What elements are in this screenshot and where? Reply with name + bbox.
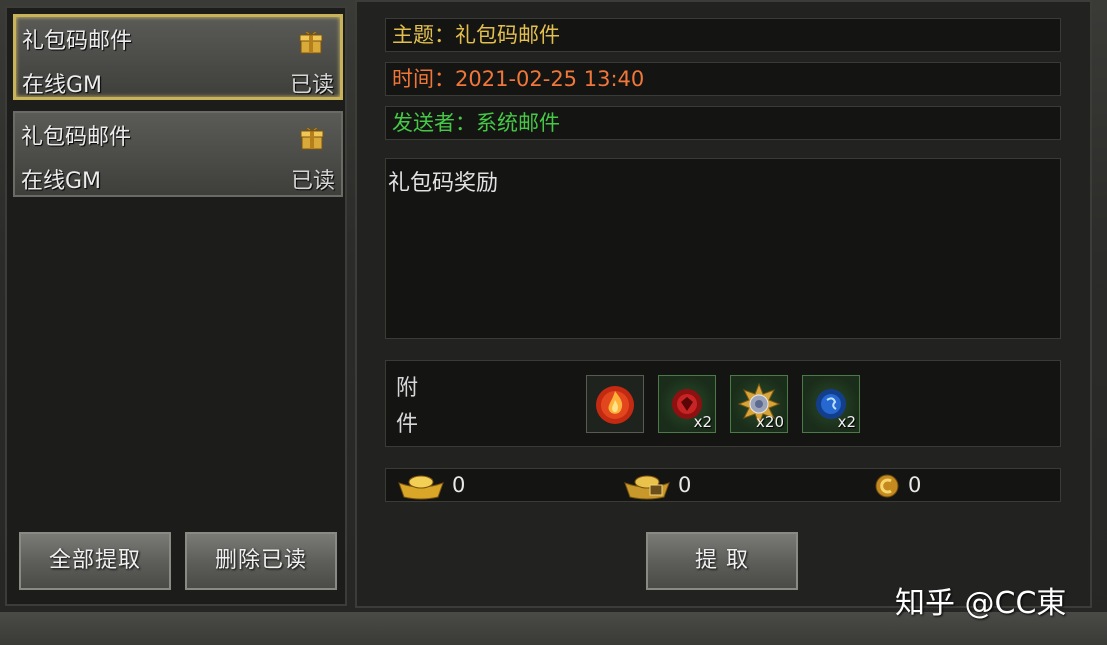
gold-ingot-icon <box>398 475 444 500</box>
mail-body-text: 礼包码奖励 <box>388 171 499 196</box>
time-value: 2021-02-25 13:40 <box>455 67 645 91</box>
bound-ingot-value: 0 <box>678 473 692 497</box>
time-label: 时间： <box>392 67 455 91</box>
coin-icon <box>875 474 899 498</box>
attachment-count: x20 <box>756 413 784 431</box>
mail-body: 礼包码奖励 <box>385 158 1061 339</box>
sender-value: 系统邮件 <box>476 111 560 135</box>
mail-detail-panel: 主题：礼包码邮件 时间：2021-02-25 13:40 发送者：系统邮件 礼包… <box>355 0 1092 608</box>
mail-subject: 礼包码邮件 <box>21 125 132 150</box>
currency-bar: 0 0 0 <box>385 468 1061 502</box>
gift-icon <box>300 127 324 150</box>
delete-read-button[interactable]: 删除已读 <box>185 532 337 590</box>
claim-all-button[interactable]: 全部提取 <box>19 532 171 590</box>
mail-sender: 在线GM <box>21 169 102 194</box>
watermark: 知乎 @CC東 <box>895 586 1067 621</box>
sender-label: 发送者： <box>392 111 476 135</box>
mail-sender: 在线GM <box>22 73 103 98</box>
attachment-count: x2 <box>837 413 856 431</box>
gold-ingot-value: 0 <box>452 473 466 497</box>
subject-field: 主题：礼包码邮件 <box>385 18 1061 52</box>
sender-field: 发送者：系统邮件 <box>385 106 1061 140</box>
mail-window: 礼包码邮件 在线GM 已读 礼包码邮件 在线GM 已读 全部提取 删除已读 主题… <box>0 0 1107 645</box>
mail-list-panel: 礼包码邮件 在线GM 已读 礼包码邮件 在线GM 已读 全部提取 删除已读 <box>5 6 347 606</box>
attachment-slot[interactable] <box>586 375 644 433</box>
bound-ingot-icon <box>624 475 670 500</box>
attachment-slot[interactable]: x2 <box>802 375 860 433</box>
subject-value: 礼包码邮件 <box>455 23 560 47</box>
mail-list-item[interactable]: 礼包码邮件 在线GM 已读 <box>13 111 343 197</box>
gift-icon <box>299 31 323 54</box>
coin-value: 0 <box>908 473 922 497</box>
mail-read-status: 已读 <box>290 169 335 194</box>
time-field: 时间：2021-02-25 13:40 <box>385 62 1061 96</box>
attachment-count: x2 <box>693 413 712 431</box>
subject-label: 主题： <box>392 23 455 47</box>
fire-orb-icon <box>596 386 634 424</box>
attachment-area: 附件 x2 x20 x2 <box>385 360 1061 447</box>
attachment-slot[interactable]: x2 <box>658 375 716 433</box>
claim-button[interactable]: 提 取 <box>646 532 798 590</box>
mail-list-item[interactable]: 礼包码邮件 在线GM 已读 <box>13 14 343 100</box>
attachment-label: 附件 <box>396 376 419 437</box>
mail-subject: 礼包码邮件 <box>22 29 133 54</box>
attachment-slot[interactable]: x20 <box>730 375 788 433</box>
mail-read-status: 已读 <box>289 73 334 98</box>
